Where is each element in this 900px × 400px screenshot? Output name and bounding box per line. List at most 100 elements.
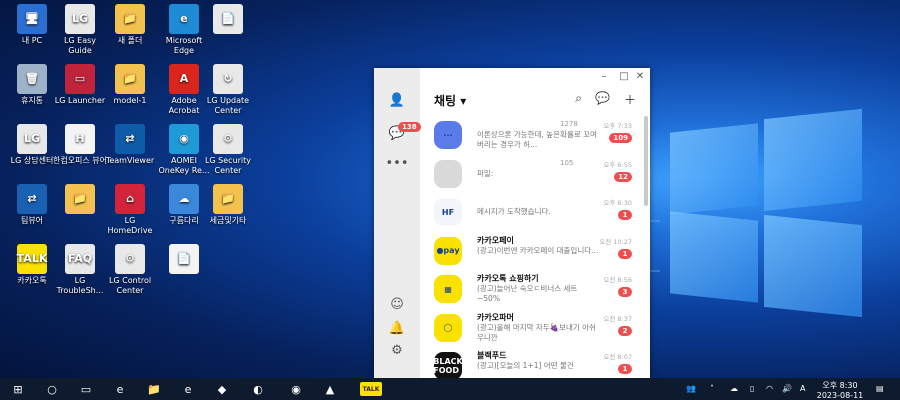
desktop-icon[interactable]: ⚙ LG Security Center xyxy=(200,124,256,176)
desktop-icon-image: A xyxy=(169,64,199,94)
chrome-icon[interactable]: ◉ xyxy=(288,382,304,396)
chat-time: 오후 6:55 xyxy=(603,160,632,169)
unread-badge: 1 xyxy=(618,210,632,220)
chat-time: 오후 7:33 xyxy=(603,122,632,130)
chat-avatar: ··· xyxy=(434,121,462,149)
taskbar: ⊞ ○ ▭ e 📁 e ◆ ◐ ◉ ▲ TALK 👥 ˄ ☁ ▯ ◠ 🔊 A 오… xyxy=(0,378,900,400)
desktop-icon-label: LG TroubleSh... xyxy=(56,276,104,295)
chat-row[interactable]: ··· 이론상으론 가능한데, 높은확률로 꼬여버리는 경우가 허... 오후 7:… xyxy=(420,116,644,155)
desktop-icon-label: LG HomeDrive xyxy=(107,216,153,235)
desktop-icon[interactable]: 📁 세금및기타 xyxy=(200,184,256,226)
desktop-icon-label: 세금및기타 xyxy=(209,216,247,225)
weather-icon[interactable]: ☁ xyxy=(730,384,738,393)
volume-icon[interactable]: 🔊 xyxy=(782,384,792,393)
desktop-icon-label: LG Launcher xyxy=(54,96,106,105)
wifi-icon[interactable]: ◠ xyxy=(766,384,773,393)
desktop-icon-image: ⇄ xyxy=(17,184,47,214)
page-title[interactable]: 채팅 ▾ xyxy=(434,92,466,109)
desktop-icon-image: 📁 xyxy=(213,184,243,214)
member-count: 1278 xyxy=(560,120,578,128)
minimize-icon[interactable]: – xyxy=(598,71,610,82)
member-count: 105 xyxy=(560,158,574,167)
desktop-icon-label: model-1 xyxy=(113,96,147,105)
app-icon-3[interactable]: ▲ xyxy=(322,382,338,396)
scrollbar[interactable] xyxy=(644,116,648,206)
desktop-icon[interactable]: LG LG Easy Guide xyxy=(52,4,108,56)
desktop-icon-image: LG xyxy=(17,124,47,154)
desktop-icon-image: TALK xyxy=(17,244,47,274)
kakaotalk-window[interactable]: 👤 💬 138 ••• ☺ 🔔 ⚙ – □ ✕ 채팅 ▾ ⌕ 💬 ＋ ··· 이론… xyxy=(374,68,650,378)
desktop-icon-image: 📄 xyxy=(213,4,243,34)
desktop-icon[interactable]: 📄 xyxy=(156,244,212,276)
unread-badge: 2 xyxy=(618,325,632,336)
chat-time: 오전 8:07 xyxy=(603,353,632,361)
desktop-icon-image: ☁ xyxy=(169,184,199,214)
close-icon[interactable]: ✕ xyxy=(634,71,646,82)
desktop-icon[interactable]: 📁 xyxy=(52,184,108,216)
app-icon-2[interactable]: ◐ xyxy=(250,382,266,396)
desktop-icon-image: ◉ xyxy=(169,124,199,154)
chats-badge: 138 xyxy=(398,122,421,132)
unread-badge: 12 xyxy=(614,171,632,182)
start-icon[interactable]: ⊞ xyxy=(10,382,26,396)
ie-icon[interactable]: e xyxy=(180,382,196,396)
desktop-icon-image: 📁 xyxy=(65,184,95,214)
chat-row[interactable]: ▦ 카카오톡 쇼핑하기 (광고)늘어난 숙오ㄷ비너스 세트 ~50% 오전 8:56 3 xyxy=(420,270,644,309)
chat-row[interactable]: 파일: 오후 6:55 12 105 xyxy=(420,155,644,194)
desktop-icon[interactable]: ↻ LG Update Center xyxy=(200,64,256,116)
new-chat-icon[interactable]: ＋ xyxy=(624,91,636,108)
desktop-icon-image: 📁 xyxy=(115,64,145,94)
search-icon[interactable]: ○ xyxy=(44,382,60,396)
app-icon[interactable]: ◆ xyxy=(214,382,230,396)
desktop-icon-image: ⌂ xyxy=(115,184,145,214)
settings-icon[interactable]: ⚙ xyxy=(387,340,407,360)
bell-icon[interactable]: 🔔 xyxy=(387,318,407,338)
desktop-icon-label: LG Update Center xyxy=(206,96,250,115)
chat-row[interactable]: BLACK FOOD 블랙푸드 (광고)[오늘의 1+1] 어떤 물건 오전 8:07… xyxy=(420,347,644,378)
desktop-icon-image: 🗑 xyxy=(17,64,47,94)
chat-row[interactable]: ◯ 카카오파머 (광고)올해 마지막 자두🍇보내기 아쉬우니깐 오전 8:37 2 xyxy=(420,309,644,348)
desktop-icon[interactable]: 📁 model-1 xyxy=(102,64,158,106)
chat-time: 오전 8:37 xyxy=(603,314,632,323)
chat-row[interactable]: ●pay 카카오페이 (광고)이번엔 카카오페이 대출입니다... 오전 10:27 1 xyxy=(420,232,644,271)
desktop-icon-label: Microsoft Edge xyxy=(165,36,203,55)
desktop-icon[interactable]: ⌂ LG HomeDrive xyxy=(102,184,158,236)
desktop-icon-image: FAQ xyxy=(65,244,95,274)
window-titlebar[interactable]: – □ ✕ xyxy=(420,68,650,86)
search-icon[interactable]: ⌕ xyxy=(575,91,582,106)
desktop-icon-image: ↻ xyxy=(213,64,243,94)
maximize-icon[interactable]: □ xyxy=(618,71,630,82)
chat-row[interactable]: HF 메시지가 도착했습니다. 오후 6:30 1 xyxy=(420,193,644,232)
edge-icon[interactable]: e xyxy=(112,382,128,396)
chat-time: 오후 6:30 xyxy=(603,199,632,207)
desktop-icon[interactable]: 📄 xyxy=(200,4,256,36)
task-view-icon[interactable]: ▭ xyxy=(78,382,94,396)
desktop-icon[interactable]: ⚙ LG Control Center xyxy=(102,244,158,296)
clock[interactable]: 오후 8:30 2023-08-11 xyxy=(814,380,866,400)
desktop-icon[interactable]: FAQ LG TroubleSh... xyxy=(52,244,108,296)
kakaotalk-taskbar-icon[interactable]: TALK xyxy=(360,382,382,396)
desktop-icon[interactable]: ▭ LG Launcher xyxy=(52,64,108,106)
desktop-icon-image: H xyxy=(65,124,95,154)
desktop-icon[interactable]: ⇄ TeamViewer xyxy=(102,124,158,166)
chat-header: 채팅 ▾ ⌕ 💬 ＋ xyxy=(434,90,638,112)
desktop-icon-image: 🖥 xyxy=(17,4,47,34)
open-chat-icon[interactable]: 💬 xyxy=(595,91,610,105)
desktop-icon-image: 📁 xyxy=(115,4,145,34)
file-explorer-icon[interactable]: 📁 xyxy=(146,382,162,396)
unread-badge: 109 xyxy=(609,133,632,143)
desktop-icon-image: ⇄ xyxy=(115,124,145,154)
people-icon[interactable]: 👥 xyxy=(686,384,696,393)
notifications-icon[interactable]: ▤ xyxy=(876,384,884,393)
clock-date: 2023-08-11 xyxy=(816,391,864,400)
desktop-icon-label: 한컴오피스 뷰어 xyxy=(52,156,108,165)
network-icon[interactable]: ▯ xyxy=(750,384,754,393)
desktop-icon[interactable]: H 한컴오피스 뷰어 xyxy=(52,124,108,166)
ime-indicator[interactable]: A xyxy=(800,384,805,393)
more-icon[interactable]: ••• xyxy=(386,153,409,173)
desktop-icon[interactable]: 📁 새 폴더 xyxy=(102,4,158,46)
tray-chevron-icon[interactable]: ˄ xyxy=(710,384,714,393)
emoji-icon[interactable]: ☺ xyxy=(387,294,407,314)
chat-preview: (광고)늘어난 숙오ㄷ비너스 세트 ~50% xyxy=(477,284,578,303)
friends-icon[interactable]: 👤 xyxy=(387,90,407,110)
